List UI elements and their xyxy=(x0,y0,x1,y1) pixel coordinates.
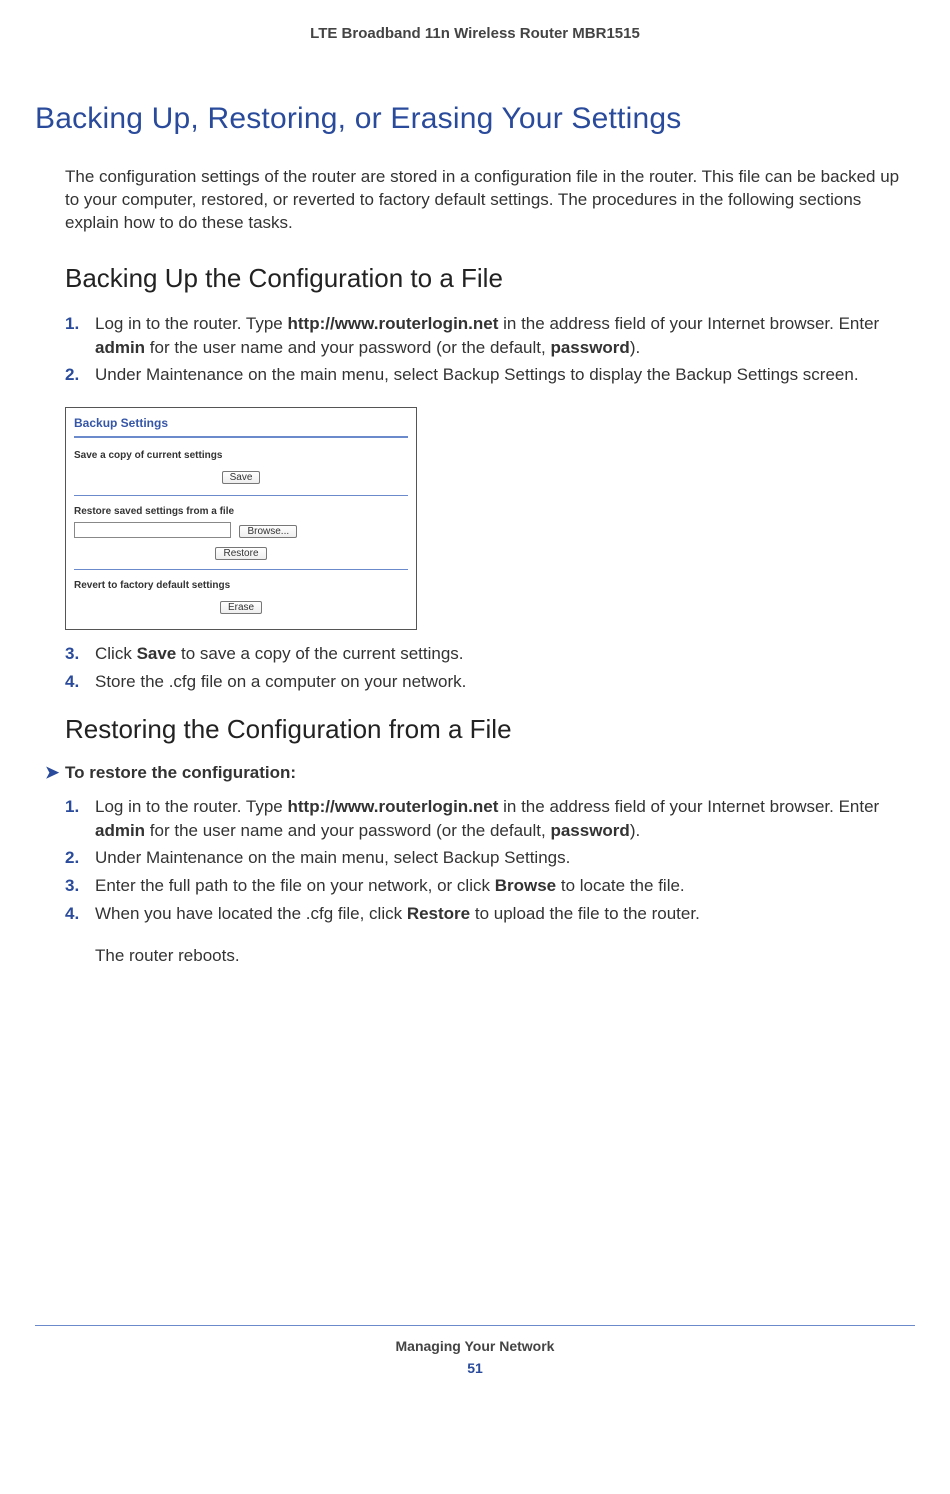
footer-page-number: 51 xyxy=(35,1360,915,1376)
section-restore-title: Restoring the Configuration from a File xyxy=(35,714,915,745)
restore-step-3: 3. Enter the full path to the file on yo… xyxy=(65,874,915,898)
backup-step-3: 3. Click Save to save a copy of the curr… xyxy=(65,642,915,666)
restore-step-1: 1. Log in to the router. Type http://www… xyxy=(65,795,915,843)
restore-step-2: 2. Under Maintenance on the main menu, s… xyxy=(65,846,915,870)
procedure-arrow-icon: ➤ xyxy=(45,763,65,783)
step-number: 2. xyxy=(65,846,79,870)
backup-settings-screenshot: Backup Settings Save a copy of current s… xyxy=(65,407,417,630)
save-section-label: Save a copy of current settings xyxy=(74,446,408,463)
step-number: 4. xyxy=(65,670,79,694)
save-button[interactable]: Save xyxy=(222,471,261,484)
step-number: 1. xyxy=(65,312,79,336)
footer-chapter: Managing Your Network xyxy=(35,1338,915,1354)
section-backup-title: Backing Up the Configuration to a File xyxy=(35,263,915,294)
step-number: 2. xyxy=(65,363,79,387)
backup-step-2: 2. Under Maintenance on the main menu, s… xyxy=(65,363,915,387)
page-footer: Managing Your Network 51 xyxy=(35,1325,915,1376)
restore-result-text: The router reboots. xyxy=(35,946,915,966)
restore-step-4: 4. When you have located the .cfg file, … xyxy=(65,902,915,926)
procedure-heading: ➤ To restore the configuration: xyxy=(35,763,915,783)
step-number: 4. xyxy=(65,902,79,926)
restore-steps: 1. Log in to the router. Type http://www… xyxy=(35,795,915,926)
step-number: 3. xyxy=(65,874,79,898)
backup-steps: 1. Log in to the router. Type http://www… xyxy=(35,312,915,387)
backup-step-1: 1. Log in to the router. Type http://www… xyxy=(65,312,915,360)
page-title: Backing Up, Restoring, or Erasing Your S… xyxy=(35,102,915,136)
browse-button[interactable]: Browse... xyxy=(239,525,297,538)
intro-paragraph: The configuration settings of the router… xyxy=(35,166,915,235)
backup-steps-cont: 3. Click Save to save a copy of the curr… xyxy=(35,642,915,694)
step-number: 3. xyxy=(65,642,79,666)
erase-button[interactable]: Erase xyxy=(220,601,262,614)
restore-button[interactable]: Restore xyxy=(215,547,266,560)
panel-title: Backup Settings xyxy=(74,414,408,434)
revert-section-label: Revert to factory default settings xyxy=(74,576,408,593)
restore-section-label: Restore saved settings from a file xyxy=(74,502,408,519)
doc-header: LTE Broadband 11n Wireless Router MBR151… xyxy=(35,20,915,102)
step-number: 1. xyxy=(65,795,79,819)
file-path-input[interactable] xyxy=(74,522,231,538)
backup-step-4: 4. Store the .cfg file on a computer on … xyxy=(65,670,915,694)
